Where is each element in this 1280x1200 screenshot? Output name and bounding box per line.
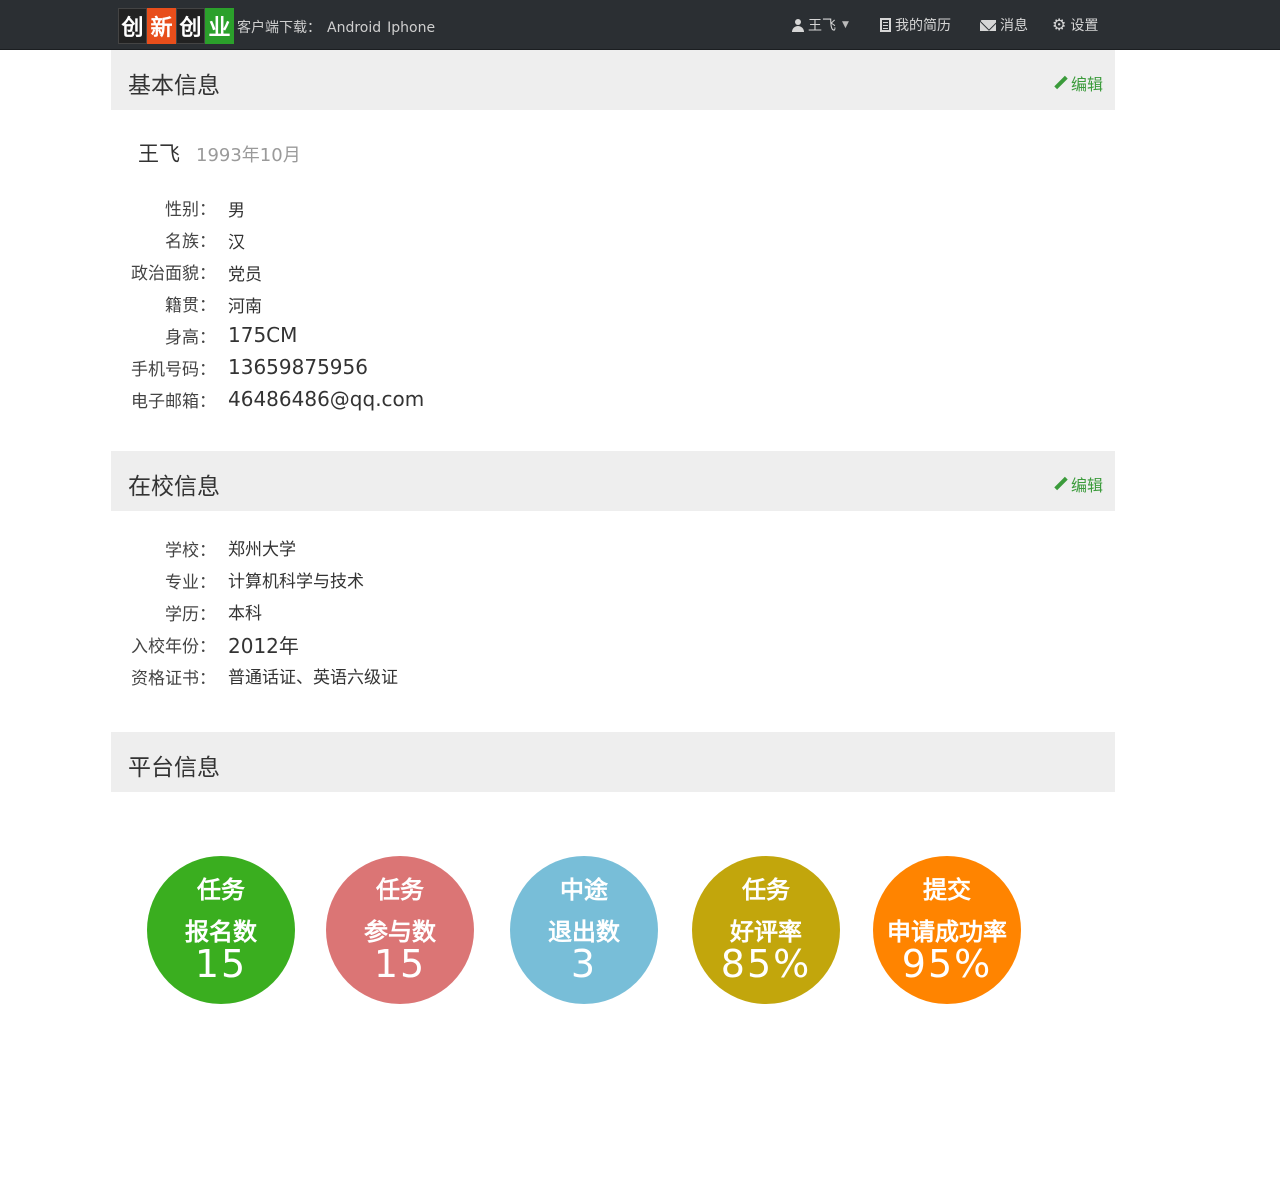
basic-info-header: 基本信息 编辑	[111, 50, 1115, 110]
logo-char-2: 新	[147, 8, 176, 44]
school-info-header: 在校信息 编辑	[111, 451, 1115, 511]
nav-settings-label: 设置	[1070, 18, 1099, 34]
stat-line1: 中途	[560, 876, 608, 904]
stat-value: 3	[570, 942, 598, 986]
logo-char-4: 业	[205, 8, 234, 44]
stat-positive-rate: 任务 好评率 85%	[692, 856, 840, 1004]
stat-signups: 任务 报名数 15	[147, 856, 295, 1004]
field-value: 普通话证、英语六级证	[228, 668, 398, 688]
field-value: 175CM	[228, 323, 298, 347]
envelope-icon	[980, 19, 996, 31]
edit-label: 编辑	[1070, 476, 1103, 495]
field-value: 计算机科学与技术	[228, 572, 364, 592]
school-info-edit-button[interactable]: 编辑	[1054, 472, 1103, 496]
field-value: 2012年	[228, 634, 299, 658]
stat-value: 95%	[901, 942, 993, 986]
user-menu[interactable]: 王飞 ▼	[792, 15, 880, 35]
nav-right: 王飞 ▼ 我的简历 消息 ⚙ 设置	[792, 15, 1098, 35]
field-value: 本科	[228, 604, 262, 624]
nav-my-resume-label: 我的简历	[895, 18, 951, 34]
stat-participation: 任务 参与数 15	[326, 856, 474, 1004]
client-download: 客户端下载： Android Iphone	[237, 17, 441, 37]
user-name: 王飞	[808, 18, 836, 34]
stat-success-rate: 提交 申请成功率 95%	[873, 856, 1021, 1004]
download-iphone-link[interactable]: Iphone	[387, 20, 435, 36]
field-value: 男	[228, 201, 245, 221]
stat-line1: 任务	[376, 876, 424, 904]
field-value: 46486486@qq.com	[228, 387, 425, 411]
caret-down-icon: ▼	[842, 20, 849, 30]
nav-messages-label: 消息	[1000, 18, 1028, 34]
edit-label: 编辑	[1070, 75, 1103, 94]
pencil-icon	[1054, 76, 1068, 90]
nav-my-resume[interactable]: 我的简历	[880, 15, 980, 35]
gear-icon: ⚙	[1052, 15, 1067, 34]
basic-info-title: 基本信息	[128, 73, 220, 99]
document-icon	[880, 18, 891, 32]
logo-char-3: 创	[176, 8, 205, 44]
stat-line1: 任务	[197, 876, 245, 904]
profile-name-row: 王飞 1993年10月	[138, 138, 301, 168]
field-value: 党员	[228, 265, 262, 285]
user-icon	[792, 18, 804, 32]
logo-char-1: 创	[118, 8, 147, 44]
stat-line1: 任务	[742, 876, 790, 904]
stat-value: 15	[194, 942, 248, 986]
field-value: 郑州大学	[228, 540, 296, 560]
profile-birth: 1993年10月	[196, 145, 301, 166]
nav-settings[interactable]: ⚙ 设置	[1052, 15, 1098, 35]
pencil-icon	[1054, 477, 1068, 491]
stat-line1: 提交	[923, 876, 971, 904]
field-value: 13659875956	[228, 355, 368, 379]
stat-value: 85%	[720, 942, 812, 986]
field-value: 河南	[228, 297, 262, 317]
download-android-link[interactable]: Android	[327, 20, 381, 36]
profile-name: 王飞	[138, 142, 180, 166]
platform-info-title: 平台信息	[128, 755, 220, 781]
platform-info-header: 平台信息	[111, 732, 1115, 792]
school-info-title: 在校信息	[128, 474, 220, 500]
basic-info-edit-button[interactable]: 编辑	[1054, 71, 1103, 95]
top-navbar: 创 新 创 业 客户端下载： Android Iphone 王飞 ▼ 我的简历 消息…	[0, 0, 1280, 50]
stat-value: 15	[373, 942, 427, 986]
brand-logo[interactable]: 创 新 创 业	[118, 8, 234, 44]
field-value: 汉	[228, 233, 245, 253]
nav-messages[interactable]: 消息	[980, 15, 1052, 35]
stat-dropouts: 中途 退出数 3	[510, 856, 658, 1004]
download-label: 客户端下载：	[237, 20, 321, 36]
